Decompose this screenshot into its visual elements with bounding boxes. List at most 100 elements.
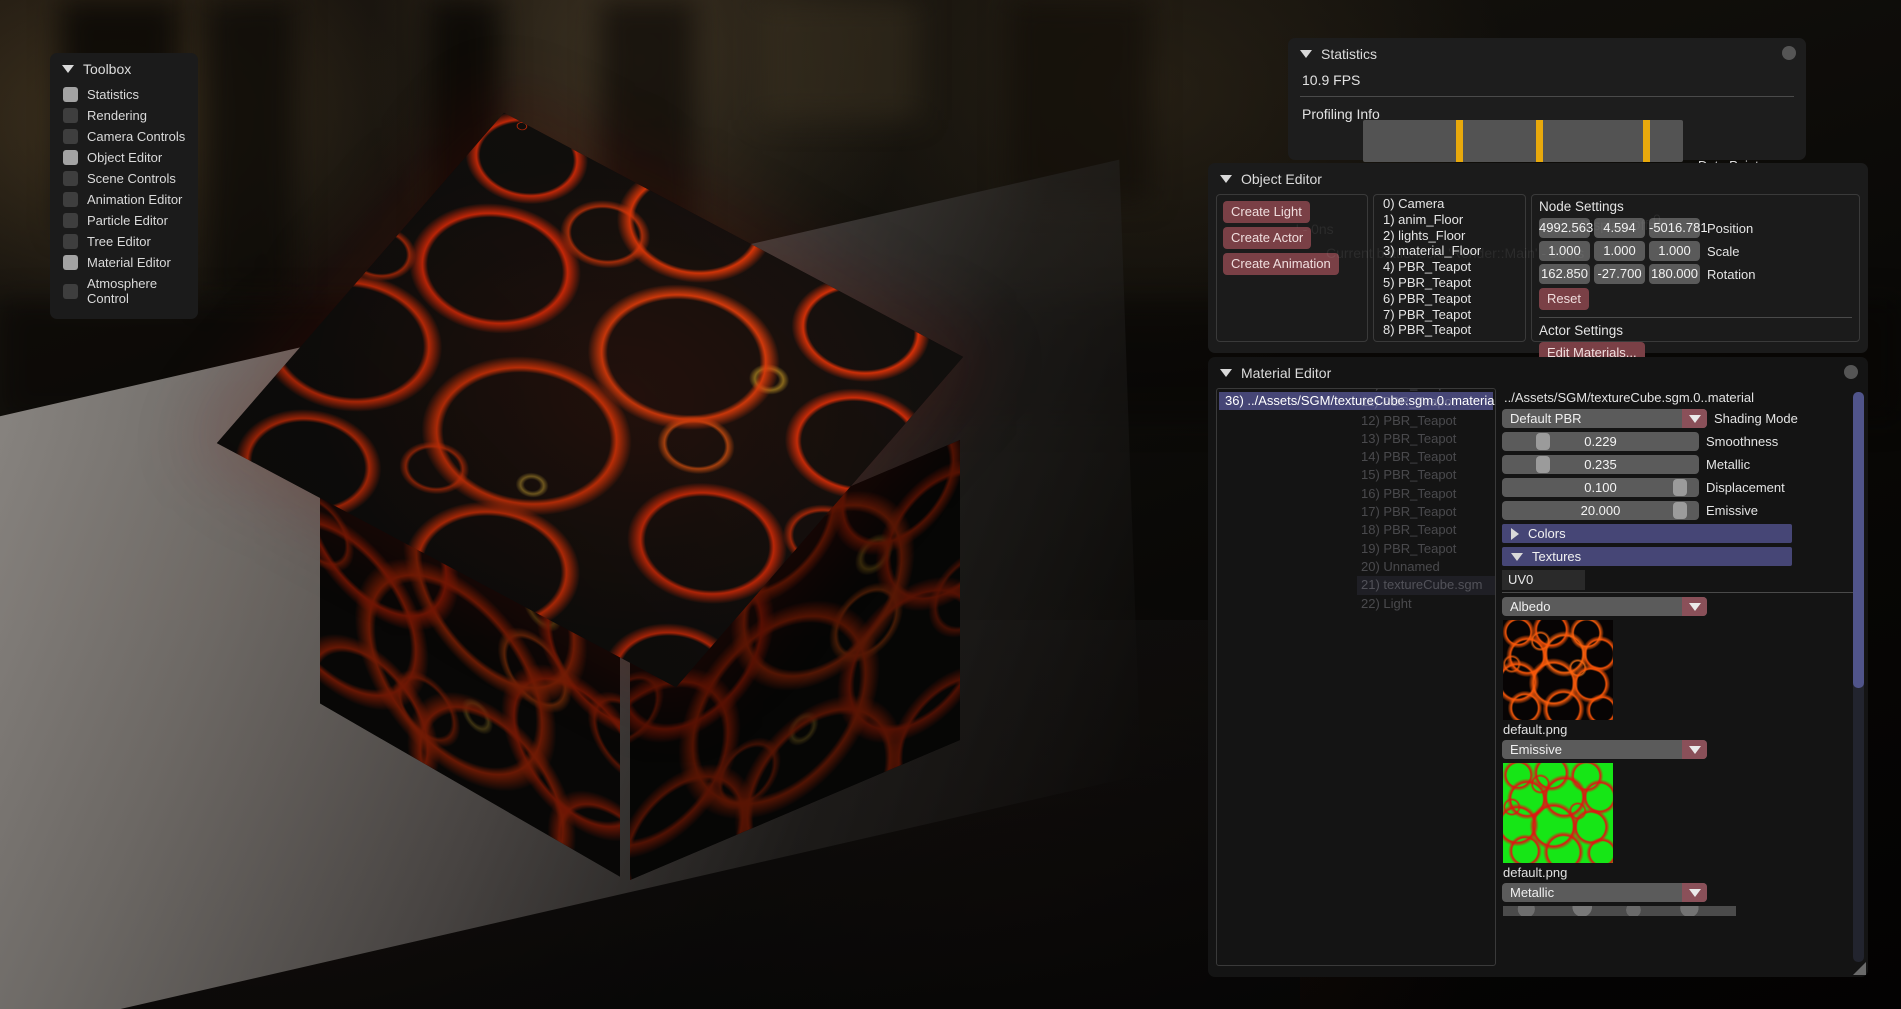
object-editor-header[interactable]: Object Editor	[1208, 163, 1868, 194]
slider-handle[interactable]	[1673, 479, 1688, 496]
vertical-scrollbar[interactable]	[1853, 392, 1864, 962]
displacement-value: 0.100	[1584, 480, 1617, 495]
scale-y-field[interactable]: 1.000	[1594, 241, 1645, 261]
chevron-down-icon[interactable]	[1682, 740, 1707, 759]
triangle-down-icon[interactable]	[1220, 175, 1232, 183]
scene-node-item[interactable]: 7) PBR_Teapot	[1378, 307, 1525, 324]
scene-node-item[interactable]: 5) PBR_Teapot	[1378, 275, 1525, 292]
chevron-down-icon[interactable]	[1682, 883, 1707, 902]
reset-button[interactable]: Reset	[1539, 288, 1589, 310]
rotation-row: 162.850 -27.700 180.000 Rotation	[1539, 264, 1852, 284]
checkbox-icon[interactable]	[63, 192, 78, 207]
triangle-right-icon[interactable]	[1511, 527, 1519, 540]
checkbox-icon[interactable]	[63, 150, 78, 165]
checkbox-icon[interactable]	[63, 171, 78, 186]
checkbox-icon[interactable]	[63, 129, 78, 144]
background-node-item: 15) PBR_Teapot	[1361, 467, 1457, 483]
position-z-field[interactable]: -5016.781	[1649, 218, 1708, 238]
texture-image	[1503, 763, 1613, 863]
scene-node-item[interactable]: 1) anim_Floor	[1378, 212, 1525, 229]
toolbox-item-atmosphere-control[interactable]: Atmosphere Control	[50, 273, 198, 309]
toolbox-title: Toolbox	[83, 61, 132, 77]
scene-node-item[interactable]: 8) PBR_Teapot	[1378, 323, 1525, 339]
scene-node-list[interactable]: 0) Camera 1) anim_Floor 2) lights_Floor 3) …	[1373, 194, 1526, 342]
chevron-down-icon[interactable]	[1682, 597, 1707, 616]
create-light-button[interactable]: Create Light	[1223, 201, 1310, 223]
scene-node-item[interactable]: 0) Camera	[1378, 196, 1525, 213]
checkbox-icon[interactable]	[63, 255, 78, 270]
toolbox-item-rendering[interactable]: Rendering	[50, 105, 198, 126]
material-list[interactable]: 36) ../Assets/SGM/textureCube.sgm.0..mat…	[1216, 388, 1496, 966]
slider-handle[interactable]	[1535, 433, 1550, 450]
metallic-value: 0.235	[1584, 457, 1617, 472]
checkbox-icon[interactable]	[63, 108, 78, 123]
create-buttons-column: Create Light Create Actor Create Animation	[1216, 194, 1368, 342]
chevron-down-icon[interactable]	[1682, 409, 1707, 428]
background-node-list: 10) PBR_Teapot11) PBR_Teapot12) PBR_Teap…	[1357, 389, 1495, 613]
toolbox-item-material-editor[interactable]: Material Editor	[50, 252, 198, 273]
bg-geometry	[760, 0, 920, 120]
scene-node-item[interactable]: 2) lights_Floor	[1378, 228, 1525, 245]
material-properties-column: ../Assets/SGM/textureCube.sgm.0..materia…	[1502, 388, 1860, 966]
emissive-texture-dropdown[interactable]: Emissive	[1502, 740, 1707, 759]
create-actor-button[interactable]: Create Actor	[1223, 227, 1312, 249]
rotation-y-field[interactable]: -27.700	[1594, 264, 1645, 284]
background-node-item: 20) Unnamed	[1361, 558, 1440, 574]
toolbox-item-tree-editor[interactable]: Tree Editor	[50, 231, 198, 252]
toolbox-header[interactable]: Toolbox	[50, 53, 198, 84]
rotation-x-field[interactable]: 162.850	[1539, 264, 1590, 284]
node-settings-column: Display Offset Node Settings 4992.563 4.…	[1531, 194, 1860, 364]
triangle-down-icon[interactable]	[1300, 50, 1312, 58]
triangle-down-icon[interactable]	[1220, 369, 1232, 377]
checkbox-icon[interactable]	[63, 87, 78, 102]
scene-node-item[interactable]: 6) PBR_Teapot	[1378, 291, 1525, 308]
profiling-bar	[1643, 120, 1650, 162]
toolbox-item-camera-controls[interactable]: Camera Controls	[50, 126, 198, 147]
emissive-slider[interactable]: 20.000	[1502, 501, 1699, 520]
lava-cube-mesh[interactable]	[216, 112, 1120, 950]
shading-mode-dropdown[interactable]: Default PBR	[1502, 409, 1707, 428]
metallic-texture-dropdown[interactable]: Metallic	[1502, 883, 1707, 902]
position-y-field[interactable]: 4.594	[1594, 218, 1645, 238]
scrollbar-thumb[interactable]	[1853, 392, 1864, 688]
toolbox-item-particle-editor[interactable]: Particle Editor	[50, 210, 198, 231]
rotation-z-field[interactable]: 180.000	[1649, 264, 1700, 284]
smoothness-value: 0.229	[1584, 434, 1617, 449]
checkbox-icon[interactable]	[63, 234, 78, 249]
albedo-texture-dropdown[interactable]: Albedo	[1502, 597, 1707, 616]
resize-grip-icon[interactable]	[1853, 962, 1866, 975]
toolbox-item-animation-editor[interactable]: Animation Editor	[50, 189, 198, 210]
scene-node-item[interactable]: 3) material_Floor	[1378, 244, 1525, 260]
profiling-bar-chart[interactable]	[1363, 120, 1683, 162]
position-x-field[interactable]: 4992.563	[1539, 218, 1593, 238]
material-editor-header[interactable]: Material Editor	[1208, 357, 1868, 388]
metallic-slider[interactable]: 0.235	[1502, 455, 1699, 474]
triangle-down-icon[interactable]	[62, 65, 74, 73]
scale-x-field[interactable]: 1.000	[1539, 241, 1590, 261]
slider-handle[interactable]	[1673, 502, 1688, 519]
create-animation-button[interactable]: Create Animation	[1223, 253, 1339, 275]
circle-button-icon[interactable]	[1844, 365, 1858, 379]
toolbox-item-scene-controls[interactable]: Scene Controls	[50, 168, 198, 189]
checkbox-icon[interactable]	[63, 283, 78, 299]
statistics-header[interactable]: Statistics	[1288, 38, 1806, 69]
scene-node-item[interactable]: 4) PBR_Teapot	[1378, 259, 1525, 276]
slider-handle[interactable]	[1535, 456, 1550, 473]
albedo-texture-preview[interactable]	[1503, 620, 1613, 720]
emissive-texture-preview[interactable]	[1503, 763, 1613, 863]
displacement-slider[interactable]: 0.100	[1502, 478, 1699, 497]
section-textures[interactable]: Textures	[1502, 547, 1792, 566]
toolbox-item-object-editor[interactable]: Object Editor	[50, 147, 198, 168]
circle-button-icon[interactable]	[1782, 46, 1796, 60]
toolbox-item-label: Scene Controls	[87, 171, 176, 186]
smoothness-slider[interactable]: 0.229	[1502, 432, 1699, 451]
scale-z-field[interactable]: 1.000	[1649, 241, 1700, 261]
background-node-item: 17) PBR_Teapot	[1361, 504, 1457, 520]
smoothness-label: Smoothness	[1706, 434, 1779, 449]
checkbox-icon[interactable]	[63, 213, 78, 228]
toolbox-item-label: Animation Editor	[87, 192, 183, 207]
triangle-down-icon[interactable]	[1511, 552, 1523, 561]
section-colors[interactable]: Colors	[1502, 524, 1792, 543]
metallic-texture-preview[interactable]	[1503, 906, 1736, 916]
toolbox-item-statistics[interactable]: Statistics	[50, 84, 198, 105]
